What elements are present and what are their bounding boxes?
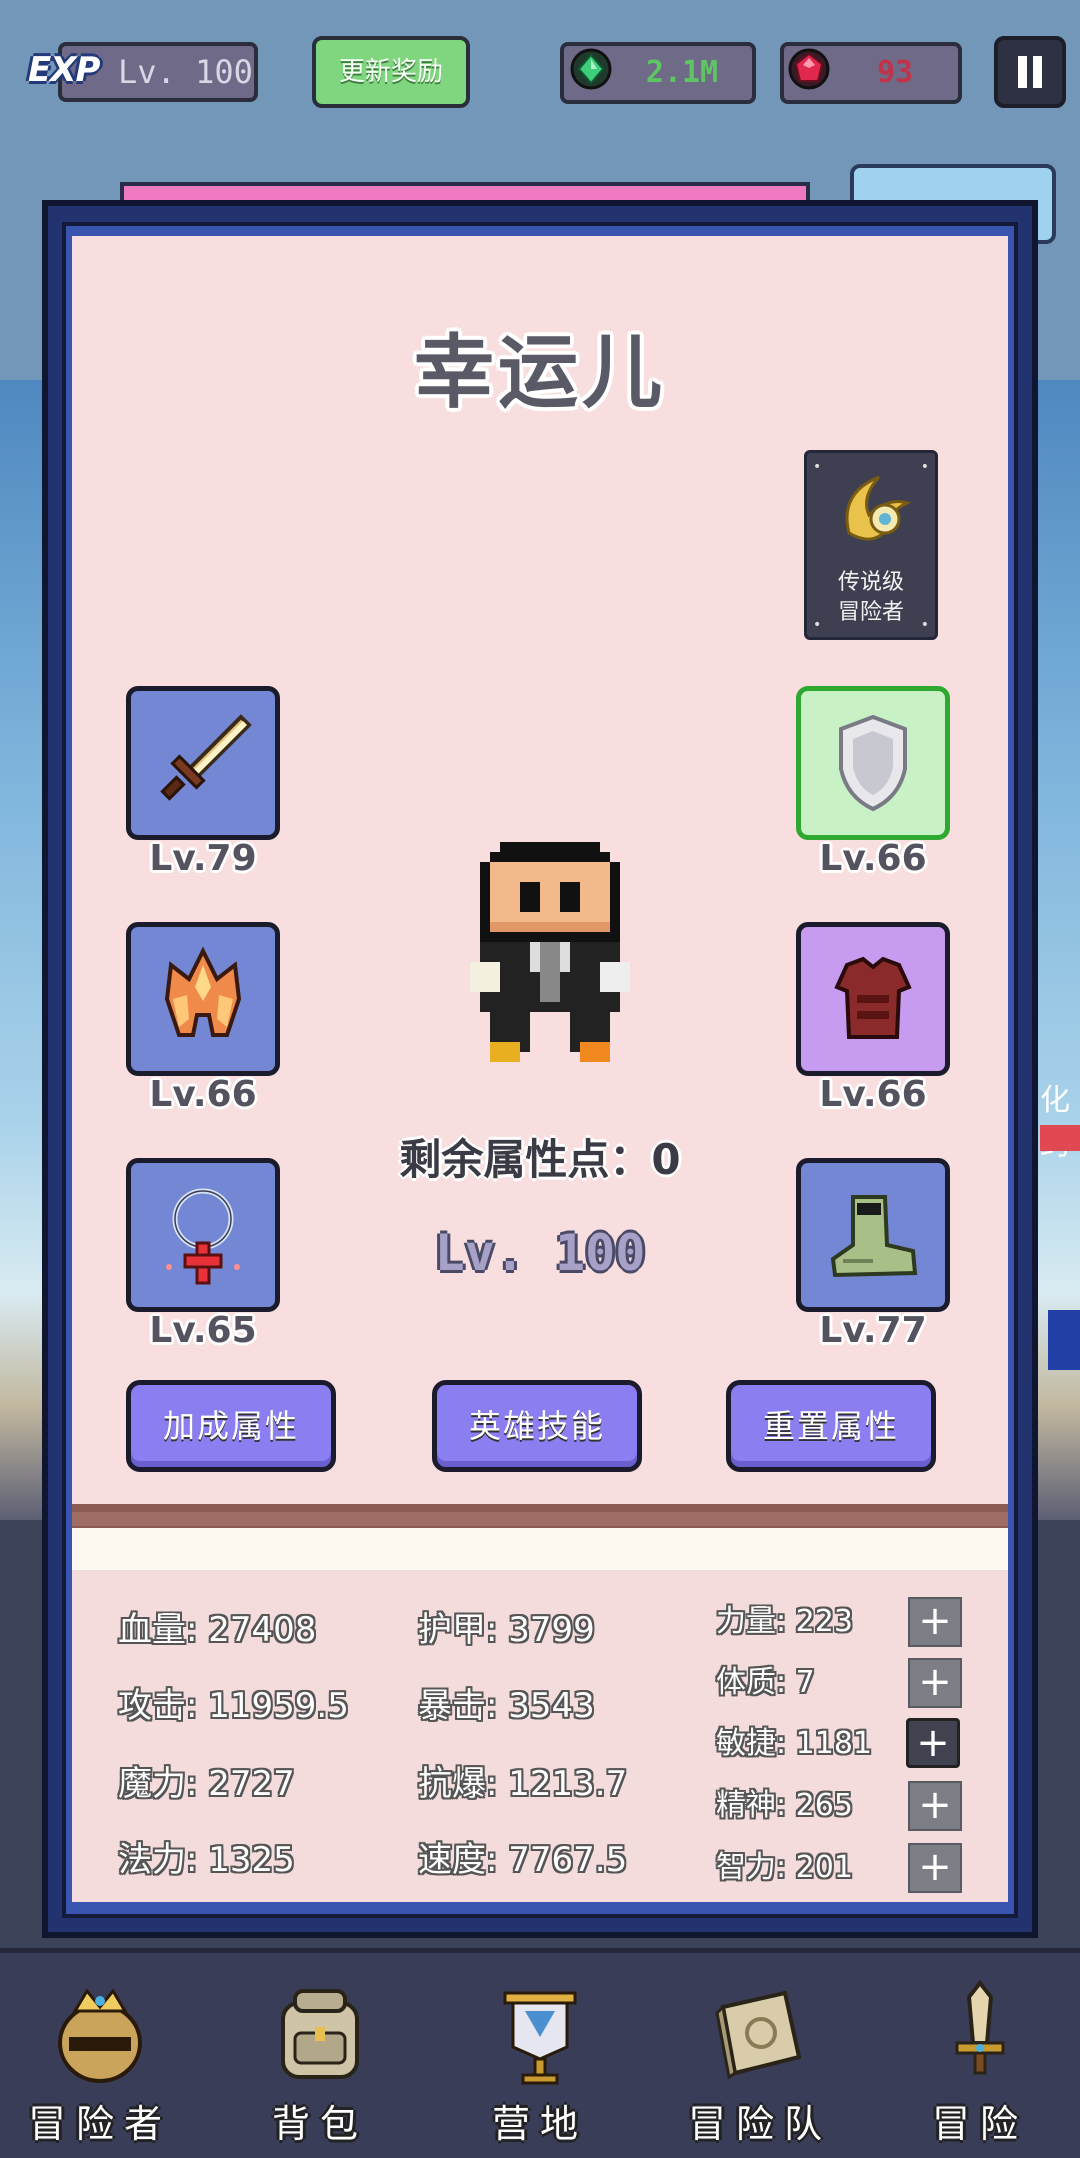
attr-constitution: 体质: 7 — [716, 1665, 815, 1700]
add-strength-button[interactable]: + — [908, 1597, 962, 1647]
pause-icon — [1018, 56, 1027, 88]
equip-level-necklace: Lv.65 — [149, 1310, 257, 1351]
equip-slot-boots[interactable] — [796, 1158, 950, 1312]
equip-level-weapon: Lv.79 — [149, 838, 257, 879]
attr-agility: 敏捷: 1181 — [716, 1726, 872, 1761]
panel-cream-strip — [72, 1528, 1008, 1570]
background-text: 化约 — [1040, 1083, 1070, 1162]
exp-badge: EXP — [28, 50, 100, 90]
add-constitution-button[interactable]: + — [908, 1658, 962, 1708]
backpack-icon — [281, 1989, 359, 2079]
background-red-bar — [1040, 1125, 1080, 1151]
hero-level: Lv. 100 — [434, 1224, 646, 1282]
equip-slot-armor[interactable] — [796, 922, 950, 1076]
stat-crit-resist: 抗爆: 1213.7 — [418, 1764, 628, 1804]
stat-crit: 暴击: 3543 — [418, 1686, 595, 1726]
stat-mana: 法力: 1325 — [118, 1840, 295, 1880]
nav-adventurer-label: 冒险者 — [27, 2102, 172, 2146]
add-agility-button[interactable]: + — [906, 1718, 960, 1768]
guild-book-icon — [715, 1990, 802, 2080]
exp-level-text: Lv. 100 — [118, 53, 253, 91]
rank-label-line2: 冒险者 — [837, 600, 904, 625]
stat-armor: 护甲: 3799 — [418, 1610, 595, 1650]
crowned-helmet-icon — [58, 1988, 142, 2083]
shield-icon — [839, 714, 907, 812]
stat-attack: 攻击: 11959.5 — [118, 1686, 349, 1726]
equip-level-helmet: Lv.66 — [149, 1074, 257, 1115]
rank-label: 传说级 冒险者 — [804, 568, 938, 628]
attr-intelligence: 智力: 201 — [716, 1850, 853, 1885]
reset-attributes-button[interactable]: 重置属性 — [726, 1380, 936, 1472]
dagger-icon — [955, 1979, 1005, 2075]
hero-name: 幸运儿 — [414, 326, 666, 419]
pause-icon-bar — [1033, 56, 1042, 88]
nav-adventure-label: 冒险 — [931, 2102, 1028, 2146]
legendary-emblem-icon — [845, 475, 912, 541]
nav-team-label: 冒险队 — [687, 2102, 832, 2146]
ruby-amount: 93 — [876, 55, 914, 90]
nav-bag-label: 背包 — [271, 2102, 368, 2146]
equip-slot-shield[interactable] — [796, 686, 950, 840]
card-corner-dot: • — [920, 459, 929, 475]
update-reward-button[interactable]: 更新奖励 — [312, 36, 470, 108]
stat-hp: 血量: 27408 — [118, 1610, 317, 1650]
card-corner-dot: • — [813, 459, 822, 475]
nav-adventurer[interactable]: 冒险者 — [0, 1955, 200, 2155]
equip-slot-necklace[interactable] — [126, 1158, 280, 1312]
gem-amount: 2.1M — [645, 55, 719, 90]
add-intelligence-button[interactable]: + — [908, 1843, 962, 1893]
helmet-icon — [164, 946, 242, 1037]
remaining-attribute-points: 剩余属性点：0 — [399, 1135, 681, 1184]
pause-button[interactable] — [994, 36, 1066, 108]
nav-adventure[interactable]: 冒险 — [880, 1955, 1080, 2155]
attr-strength: 力量: 223 — [716, 1604, 853, 1639]
equip-slot-helmet[interactable] — [126, 922, 280, 1076]
gem-icon — [570, 48, 612, 90]
stat-speed: 速度: 7767.5 — [418, 1840, 628, 1880]
equip-slot-weapon[interactable] — [126, 686, 280, 840]
ruby-icon — [788, 48, 830, 90]
nav-team[interactable]: 冒险队 — [660, 1955, 860, 2155]
nav-camp-label: 营地 — [491, 2102, 588, 2146]
bonus-attributes-button[interactable]: 加成属性 — [126, 1380, 336, 1472]
banner-icon — [503, 1991, 577, 2085]
nav-bag[interactable]: 背包 — [220, 1955, 420, 2155]
add-spirit-button[interactable]: + — [908, 1781, 962, 1831]
rank-label-line1: 传说级 — [837, 570, 904, 595]
armor-icon — [834, 956, 912, 1039]
necklace-icon — [166, 1188, 240, 1285]
equip-level-shield: Lv.66 — [819, 838, 927, 879]
boots-icon — [830, 1195, 918, 1278]
hero-skills-button[interactable]: 英雄技能 — [432, 1380, 642, 1472]
hero-sprite — [470, 842, 630, 1062]
sword-icon — [160, 714, 252, 801]
stat-magic: 魔力: 2727 — [118, 1764, 295, 1804]
equip-level-boots: Lv.77 — [819, 1310, 927, 1351]
panel-divider-highlight — [72, 1512, 1008, 1526]
attr-spirit: 精神: 265 — [716, 1788, 853, 1823]
nav-camp[interactable]: 营地 — [440, 1955, 640, 2155]
equip-level-armor: Lv.66 — [819, 1074, 927, 1115]
background-blue-block — [1048, 1310, 1080, 1370]
